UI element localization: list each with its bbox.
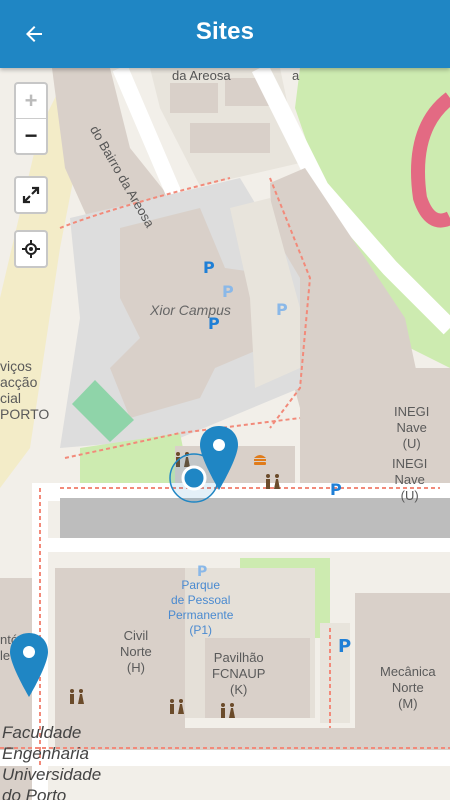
zoom-control: + − [14, 82, 48, 155]
label-servicos: viços acção cial PORTO [0, 358, 50, 422]
page-title: Sites [195, 18, 255, 45]
fullscreen-control [14, 176, 48, 214]
parking-icon: P [208, 314, 220, 333]
site-marker-civil[interactable] [8, 631, 50, 699]
road-label-areosa: da Areosa [172, 68, 231, 83]
label-inegi-1: INEGI Nave (U) [394, 404, 430, 451]
label-feup: Faculdade Engenharia Universidade do Por… [2, 723, 102, 800]
toilets-icon [266, 474, 280, 489]
fullscreen-button[interactable] [16, 178, 46, 212]
toilets-icon [170, 699, 184, 714]
crosshair-icon [22, 240, 40, 258]
parking-icon: P [276, 300, 288, 319]
label-pavilhao: Pavilhão FCNAUP (K) [212, 650, 266, 697]
parking-icon: P [203, 258, 215, 277]
road-label-corner: a [292, 68, 300, 83]
parking-icon: P [222, 282, 234, 301]
toilets-icon [70, 689, 84, 704]
app-bar: Sites [0, 0, 450, 68]
label-parque: Parque de Pessoal Permanente (P1) [168, 578, 234, 637]
expand-icon [22, 186, 40, 204]
locate-control [14, 230, 48, 268]
toilets-icon [221, 703, 235, 718]
parking-icon: P [330, 480, 342, 499]
map-view[interactable]: do Bairro da Areosa da Areosa a Xior Cam… [0, 68, 450, 800]
label-civil-norte: Civil Norte (H) [120, 628, 152, 675]
parking-icon: P [197, 564, 208, 580]
label-inegi-2: INEGI Nave (U) [392, 456, 428, 503]
locate-button[interactable] [16, 232, 46, 266]
zoom-in-button[interactable]: + [16, 84, 46, 118]
parking-icon: P [338, 636, 352, 657]
zoom-out-button[interactable]: − [16, 118, 46, 153]
site-marker-inegi[interactable] [198, 424, 240, 492]
label-mecanica: Mecânica Norte (M) [380, 664, 436, 711]
restaurant-icon [254, 455, 266, 465]
